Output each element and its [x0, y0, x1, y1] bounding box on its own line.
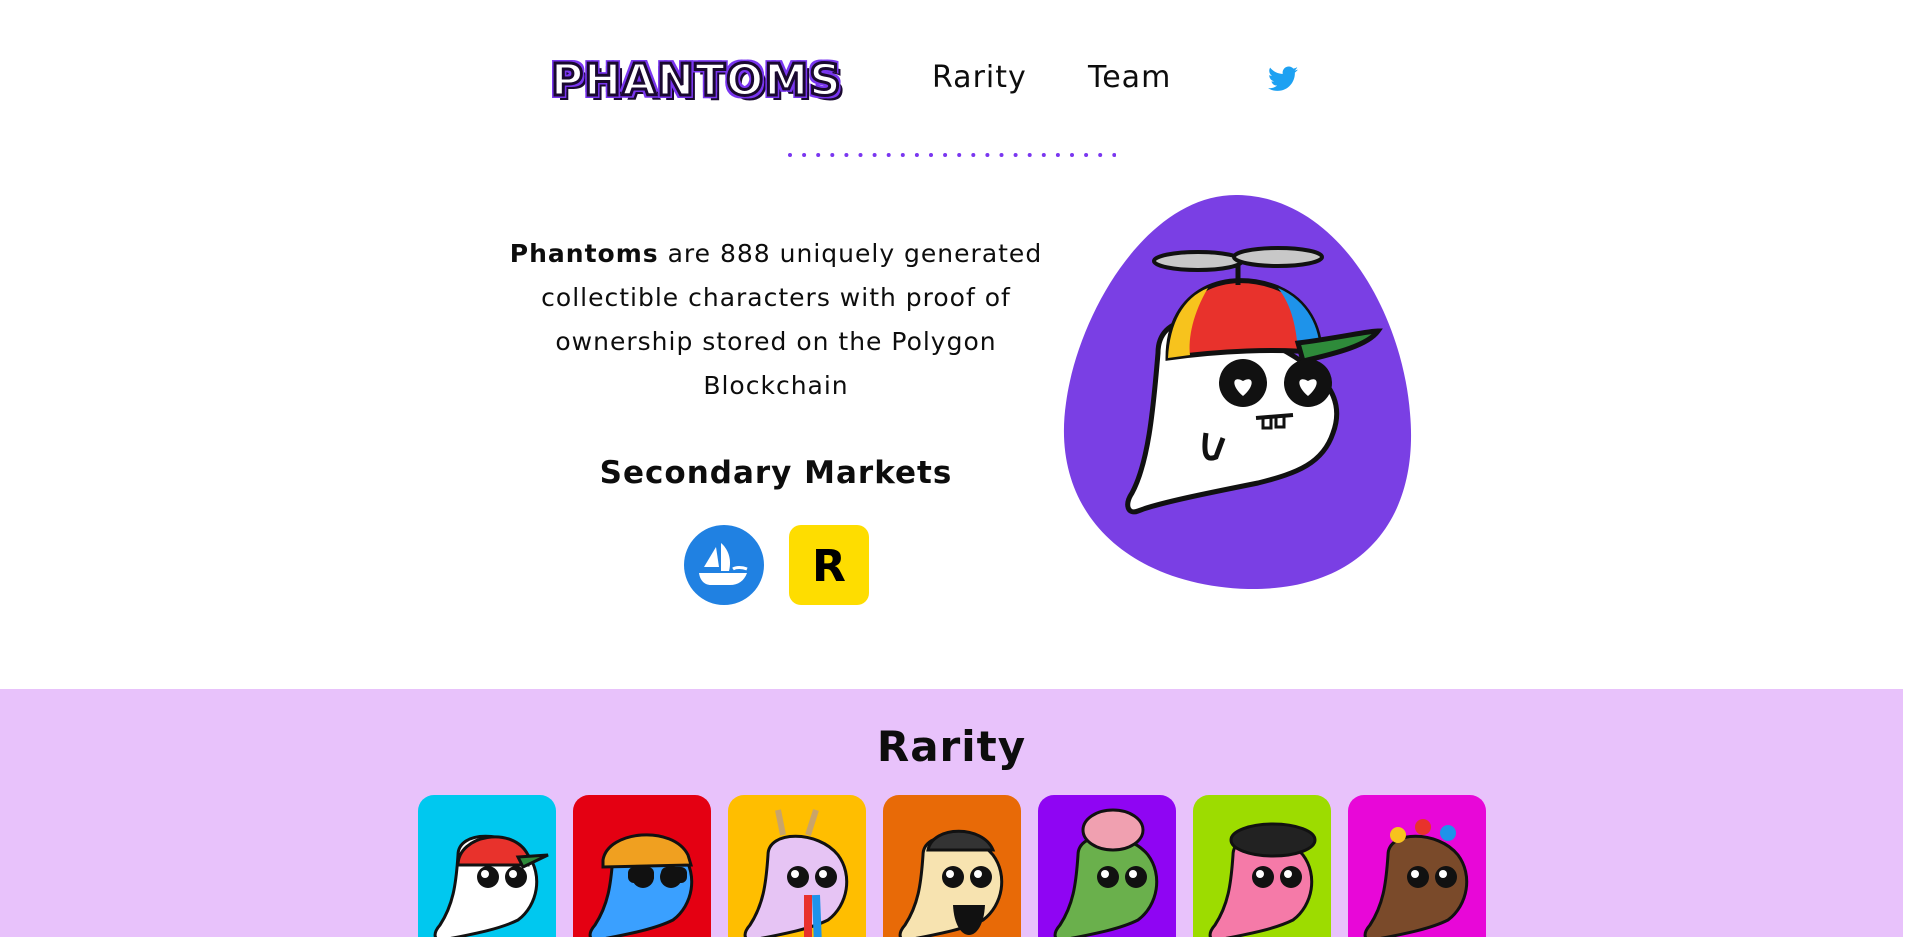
divider-dot: [900, 153, 905, 157]
divider-dot: [788, 153, 792, 157]
divider-dot: [971, 153, 976, 157]
divider-dot: [1041, 153, 1046, 157]
phantom-character-icon: [898, 829, 1004, 937]
divider-dot: [1013, 153, 1018, 157]
divider-dot: [858, 153, 863, 157]
divider-dot: [886, 153, 891, 157]
nav-rarity[interactable]: Rarity: [932, 60, 1027, 95]
divider-dot: [914, 153, 919, 157]
opensea-button[interactable]: [684, 525, 764, 605]
phantoms-logo[interactable]: PHANTOMS: [550, 52, 843, 110]
phantom-character-icon: [433, 834, 549, 937]
rarity-card-bearded-goggles-phantom[interactable]: [883, 795, 1021, 937]
rarity-card-beret-painter-phantom[interactable]: [1193, 795, 1331, 937]
divider-dot: [802, 153, 807, 157]
rarity-card-antler-rainbow-phantom[interactable]: [728, 795, 866, 937]
phantom-character-icon: [743, 809, 849, 937]
divider-dot: [957, 153, 962, 157]
hero-phantom-illustration: [1063, 194, 1412, 590]
phantom-character-icon: [588, 833, 694, 937]
phantom-character-icon: [1208, 822, 1317, 937]
divider-dot: [830, 153, 835, 157]
rarible-r-icon: R: [789, 525, 869, 605]
twitter-bird-icon[interactable]: [1268, 66, 1298, 92]
divider-dot: [943, 153, 948, 157]
divider-dot: [1027, 153, 1032, 157]
divider-dot: [999, 153, 1004, 157]
divider-dot: [1055, 153, 1060, 157]
dotted-divider: [788, 153, 1116, 157]
rarible-button[interactable]: R: [789, 525, 869, 605]
phantom-character-icon: [1363, 819, 1469, 937]
divider-dot: [1070, 153, 1074, 157]
opensea-ship-icon: [684, 525, 764, 605]
divider-dot: [1084, 153, 1089, 157]
divider-dot: [929, 153, 933, 157]
rarity-title: Rarity: [876, 722, 1027, 771]
nav-team[interactable]: Team: [1088, 60, 1171, 95]
divider-dot: [872, 153, 877, 157]
divider-dot: [1098, 153, 1103, 157]
rarity-card-propeller-cap-phantom[interactable]: [418, 795, 556, 937]
svg-text:R: R: [812, 541, 846, 592]
rarity-card-flower-crown-phantom[interactable]: [1348, 795, 1486, 937]
phantom-character-icon: [1053, 808, 1159, 937]
page: PHANTOMS Rarity Team Phantoms are 888 un…: [0, 0, 1903, 937]
divider-dot: [816, 153, 821, 157]
hero-brand: Phantoms: [509, 239, 659, 268]
divider-dot: [985, 153, 990, 157]
rarity-card-bandana-sunglasses-phantom[interactable]: [573, 795, 711, 937]
divider-dot: [1112, 153, 1116, 157]
rarity-card-zombie-brain-phantom[interactable]: [1038, 795, 1176, 937]
divider-dot: [844, 153, 849, 157]
hero-description: Phantoms are 888 uniquely generated coll…: [496, 232, 1056, 408]
secondary-markets-title: Secondary Markets: [599, 455, 953, 491]
